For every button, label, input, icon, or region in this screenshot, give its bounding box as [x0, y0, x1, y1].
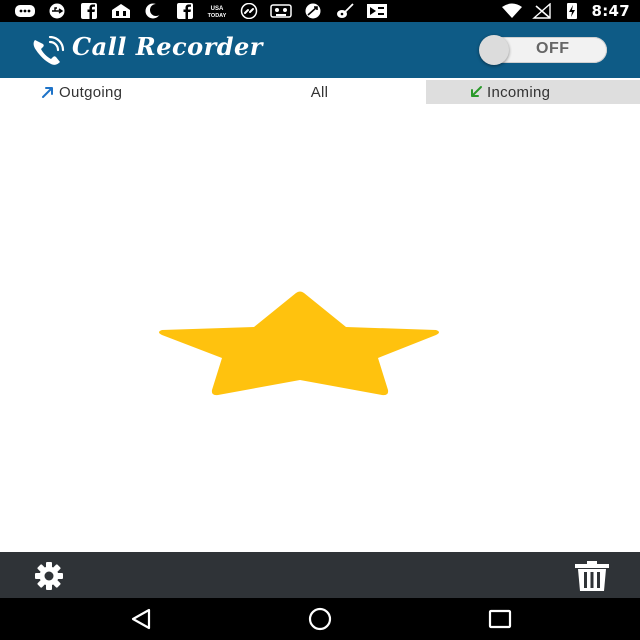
usb-icon [46, 3, 68, 19]
phone-recorder-logo-icon [30, 35, 66, 66]
tab-all[interactable]: All [213, 80, 426, 104]
system-status: 8:47 [501, 0, 630, 22]
battery-charging-icon [561, 3, 583, 19]
svg-text:USA: USA [211, 6, 224, 12]
recent-apps-icon[interactable] [485, 606, 515, 632]
call-filter-tabs: Outgoing All Incoming [0, 80, 640, 104]
status-bar: USA TODAY 8:47 [0, 0, 640, 22]
tab-outgoing-label: Outgoing [59, 83, 123, 101]
media-icon [366, 3, 388, 19]
arrow-down-left-icon [468, 84, 484, 100]
tab-incoming-label: Incoming [487, 83, 551, 101]
settings-gear-icon[interactable] [26, 562, 72, 590]
moon-icon [142, 3, 164, 19]
app-title: Call Recorder [72, 32, 263, 61]
facebook-icon [78, 3, 100, 19]
trash-icon[interactable] [572, 560, 612, 592]
bottom-toolbar [0, 552, 640, 598]
recording-toggle[interactable]: OFF [479, 35, 607, 65]
satellite-icon [302, 3, 324, 19]
app-bar: Call Recorder OFF [0, 22, 640, 78]
svg-text:TODAY: TODAY [208, 13, 227, 19]
messaging-icon [14, 3, 36, 19]
notification-icons: USA TODAY [14, 0, 388, 22]
tab-all-label: All [310, 83, 329, 101]
toggle-knob[interactable] [479, 35, 509, 65]
tab-incoming[interactable]: Incoming [426, 80, 640, 104]
guitar-icon [334, 3, 356, 19]
system-nav-bar [0, 598, 640, 640]
facebook-icon [174, 3, 196, 19]
tab-outgoing[interactable]: Outgoing [0, 80, 213, 104]
back-icon[interactable] [127, 606, 157, 632]
status-clock: 8:47 [591, 2, 630, 20]
star-icon [159, 291, 439, 396]
usa-today-icon: USA TODAY [206, 3, 228, 19]
home-icon[interactable] [305, 606, 335, 632]
home-network-icon [110, 3, 132, 19]
toggle-label: OFF [536, 40, 570, 57]
link-icon [238, 3, 260, 19]
arrow-up-right-icon [40, 84, 56, 100]
no-signal-icon [531, 3, 553, 19]
cassette-icon [270, 3, 292, 19]
wifi-icon [501, 3, 523, 19]
